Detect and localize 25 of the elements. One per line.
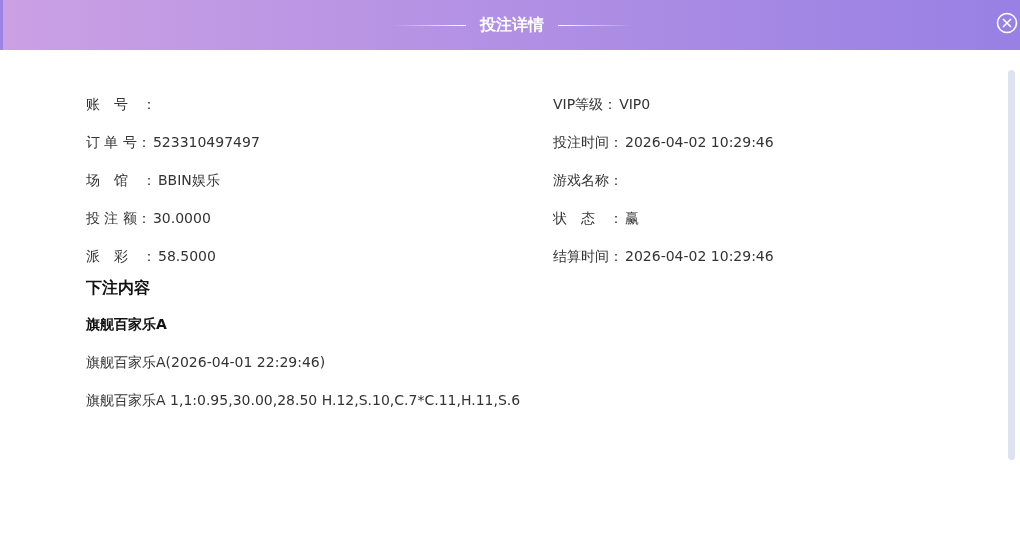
- bet-detail-text: 旗舰百家乐A 1,1:0.95,30.00,28.50 H.12,S.10,C.7*C.11,H.11,S.6: [86, 392, 522, 410]
- section-heading: 下注内容: [86, 278, 151, 299]
- scrollbar[interactable]: [1008, 70, 1015, 460]
- window-title: 投注详情: [479, 14, 544, 36]
- field-value: BBIN娱乐: [158, 172, 220, 190]
- field-value: 2026-04-02 10:29:46: [625, 248, 774, 266]
- game-name: 旗舰百家乐A: [86, 316, 168, 334]
- field-value: 30.0000: [152, 210, 211, 228]
- field-label: 场 馆 ：: [86, 172, 156, 190]
- field-label: 结算时间：: [553, 248, 623, 266]
- field-value: 523310497497: [152, 134, 260, 152]
- close-icon[interactable]: [996, 12, 1018, 34]
- bet-detail-text: 旗舰百家乐A(2026-04-01 22:29:46): [86, 354, 327, 372]
- field-label: VIP等级：: [553, 96, 618, 114]
- field-value: 2026-04-02 10:29:46: [625, 134, 774, 152]
- field-label: 投 注 额：: [86, 210, 151, 228]
- field-label: 状 态 ：: [553, 210, 623, 228]
- field-label: 订 单 号：: [86, 134, 151, 152]
- field-label: 派 彩 ：: [86, 248, 156, 266]
- field-value: 赢: [625, 210, 639, 228]
- field-value: 58.5000: [158, 248, 216, 266]
- field-label: 投注时间：: [553, 134, 623, 152]
- field-label: 账 号 ：: [86, 96, 156, 114]
- field-label: 游戏名称：: [553, 172, 623, 190]
- field-value: VIP0: [619, 96, 651, 114]
